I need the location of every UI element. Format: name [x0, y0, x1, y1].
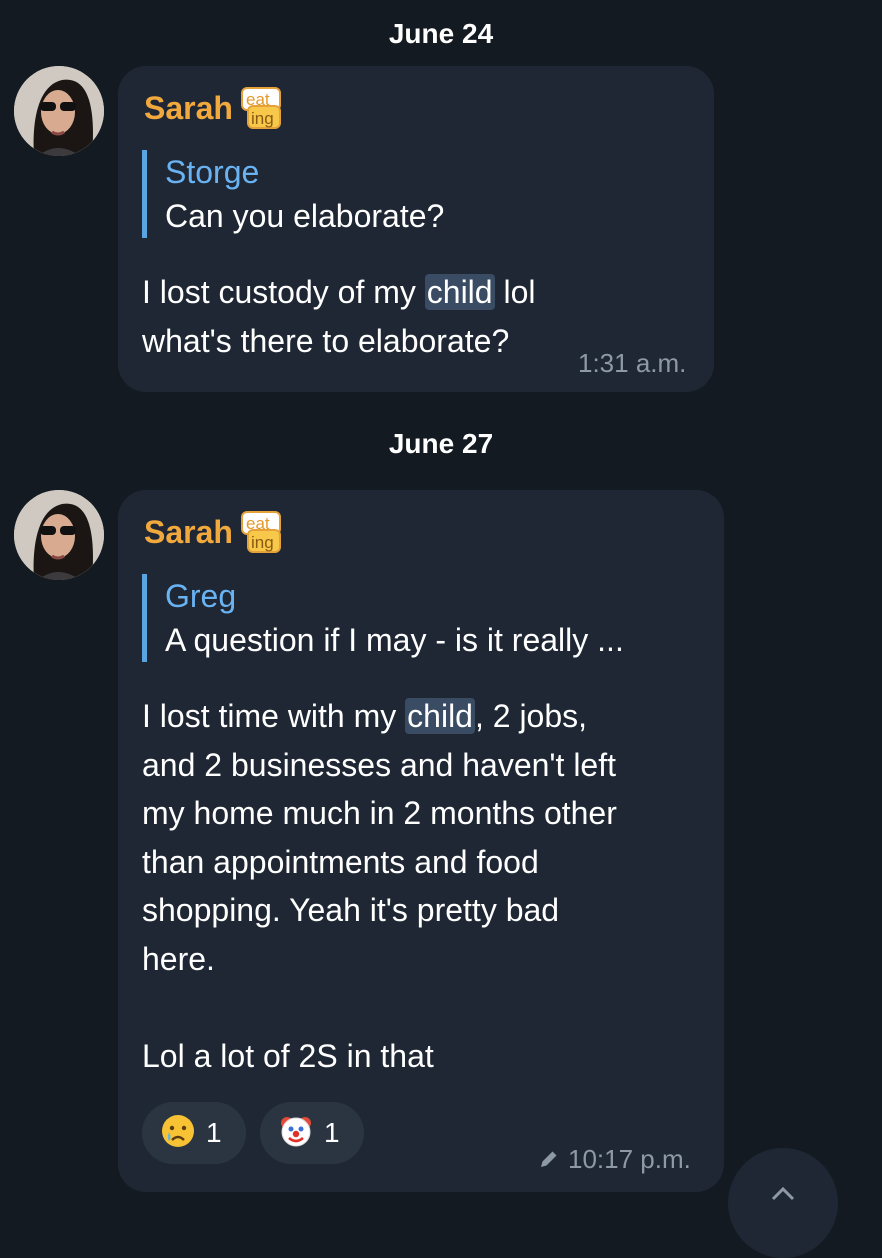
svg-text:ing: ing: [251, 533, 274, 552]
sender-name[interactable]: Sarah: [144, 90, 233, 127]
message-text: I lost custody of my child lol what's th…: [142, 268, 535, 365]
message-line: what's there to elaborate?: [142, 322, 510, 359]
highlighted-word: child: [424, 274, 495, 310]
reply-quote[interactable]: Greg A question if I may - is it really …: [142, 574, 624, 662]
message-bubble[interactable]: Sarah eat ing Storge Can you elaborate? …: [118, 66, 714, 392]
reaction-count: 1: [206, 1117, 222, 1148]
message-timestamp: 10:17 p.m.: [568, 1144, 691, 1174]
chevron-up-icon: [770, 1186, 796, 1207]
message-line: my home much in 2 months other: [142, 795, 617, 831]
date-separator: June 24: [388, 18, 494, 49]
avatar[interactable]: [14, 66, 104, 156]
reaction-count: 1: [324, 1117, 340, 1148]
eating-sticker-icon: eat ing: [236, 510, 286, 556]
message-text: I lost time with my child, 2 jobs, and 2…: [142, 692, 617, 1080]
reply-text: Can you elaborate?: [165, 198, 445, 234]
svg-text:eat: eat: [246, 90, 270, 109]
avatar[interactable]: [14, 490, 104, 580]
message-bubble[interactable]: Sarah eat ing Greg A question if I may -…: [118, 490, 724, 1192]
reply-author: Storge: [165, 154, 260, 190]
message-line: I lost custody of my child lol: [142, 274, 536, 310]
message-timestamp: 1:31 a.m.: [578, 348, 687, 378]
message-line: I lost time with my child, 2 jobs,: [142, 698, 588, 734]
reaction-crying[interactable]: 1: [142, 1102, 246, 1164]
clown-face-icon: [278, 1113, 314, 1154]
date-separator: June 27: [388, 428, 494, 459]
pencil-icon: [538, 1148, 560, 1175]
highlighted-word: child: [405, 698, 475, 734]
reaction-clown[interactable]: 1: [260, 1102, 364, 1164]
crying-face-icon: [160, 1113, 196, 1154]
message-line: and 2 businesses and haven't left: [142, 746, 616, 783]
reply-quote[interactable]: Storge Can you elaborate?: [142, 150, 444, 238]
eating-sticker-icon: eat ing: [236, 86, 286, 132]
message-line: [142, 983, 617, 1032]
message-line: Lol a lot of 2S in that: [142, 1037, 434, 1074]
scroll-down-button[interactable]: [728, 1148, 838, 1258]
message-line: here.: [142, 940, 215, 977]
reply-author: Greg: [165, 578, 237, 614]
message-line: than appointments and food: [142, 843, 539, 880]
message-line: shopping. Yeah it's pretty bad: [142, 892, 560, 928]
reply-text: A question if I may - is it really ...: [165, 622, 624, 658]
svg-text:ing: ing: [251, 109, 274, 128]
svg-text:eat: eat: [246, 514, 270, 533]
sender-name[interactable]: Sarah: [144, 514, 233, 551]
